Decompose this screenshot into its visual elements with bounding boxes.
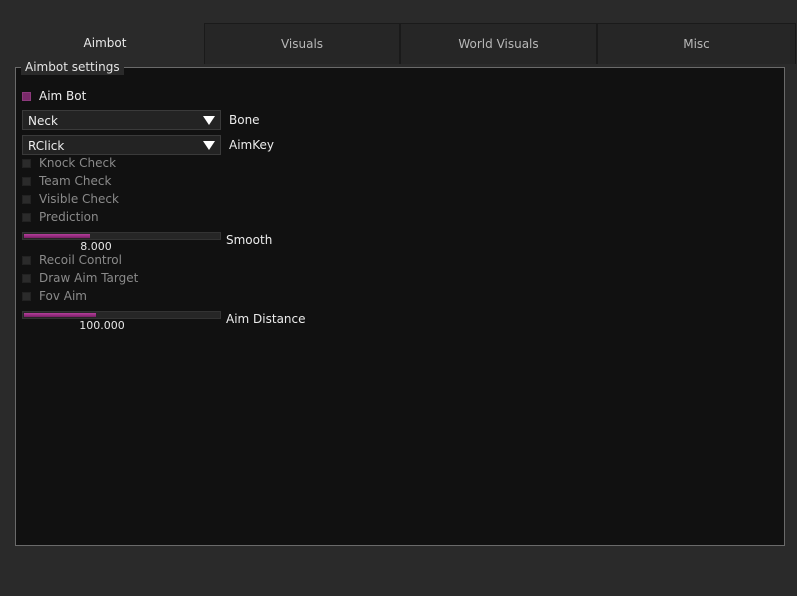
knock-check-checkbox[interactable]: Knock Check xyxy=(22,155,116,171)
fov-aim-label: Fov Aim xyxy=(39,289,87,303)
knock-check-label: Knock Check xyxy=(39,156,117,170)
aim-key-select-value: RClick xyxy=(28,139,65,153)
checkbox-icon xyxy=(22,255,31,265)
aim-distance-label: Aim Distance xyxy=(226,312,306,326)
visible-check-label: Visible Check xyxy=(39,192,119,206)
checkbox-icon xyxy=(22,194,31,204)
draw-aim-target-label: Draw Aim Target xyxy=(39,271,139,285)
aim-bot-checkbox[interactable]: Aim Bot xyxy=(22,88,86,104)
recoil-control-checkbox[interactable]: Recoil Control xyxy=(22,252,122,268)
dropdown-arrow-icon xyxy=(203,141,215,150)
tab-aimbot[interactable]: Aimbot xyxy=(6,23,204,64)
checkbox-icon xyxy=(22,176,31,186)
panel-title: Aimbot settings xyxy=(21,59,124,75)
aim-bot-label: Aim Bot xyxy=(39,89,87,103)
aim-distance-value: 100.000 xyxy=(79,319,125,332)
tab-misc[interactable]: Misc xyxy=(597,23,796,64)
bone-select[interactable]: Neck xyxy=(22,110,221,130)
aim-distance-slider-fill xyxy=(24,313,96,317)
team-check-checkbox[interactable]: Team Check xyxy=(22,173,111,189)
team-check-label: Team Check xyxy=(39,174,112,188)
tab-visuals[interactable]: Visuals xyxy=(204,23,400,64)
visible-check-checkbox[interactable]: Visible Check xyxy=(22,191,119,207)
aim-key-select[interactable]: RClick xyxy=(22,135,221,155)
recoil-control-label: Recoil Control xyxy=(39,253,122,267)
tab-bar: Aimbot Visuals World Visuals Misc xyxy=(6,23,797,64)
checkbox-icon xyxy=(22,291,31,301)
aim-key-label: AimKey xyxy=(229,138,274,152)
checkbox-icon xyxy=(22,212,31,222)
tab-world-visuals[interactable]: World Visuals xyxy=(400,23,597,64)
smooth-slider[interactable] xyxy=(22,232,221,240)
dropdown-arrow-icon xyxy=(203,116,215,125)
prediction-label: Prediction xyxy=(39,210,99,224)
fov-aim-checkbox[interactable]: Fov Aim xyxy=(22,288,87,304)
bone-label: Bone xyxy=(229,113,260,127)
bone-select-value: Neck xyxy=(28,114,58,128)
aim-distance-slider[interactable] xyxy=(22,311,221,319)
checkbox-checked-icon xyxy=(22,91,31,101)
checkbox-icon xyxy=(22,158,31,168)
window: Aimbot Visuals World Visuals Misc Aimbot… xyxy=(0,0,797,596)
smooth-label: Smooth xyxy=(226,233,273,247)
prediction-checkbox[interactable]: Prediction xyxy=(22,209,99,225)
smooth-slider-fill xyxy=(24,234,90,238)
draw-aim-target-checkbox[interactable]: Draw Aim Target xyxy=(22,270,138,286)
checkbox-icon xyxy=(22,273,31,283)
